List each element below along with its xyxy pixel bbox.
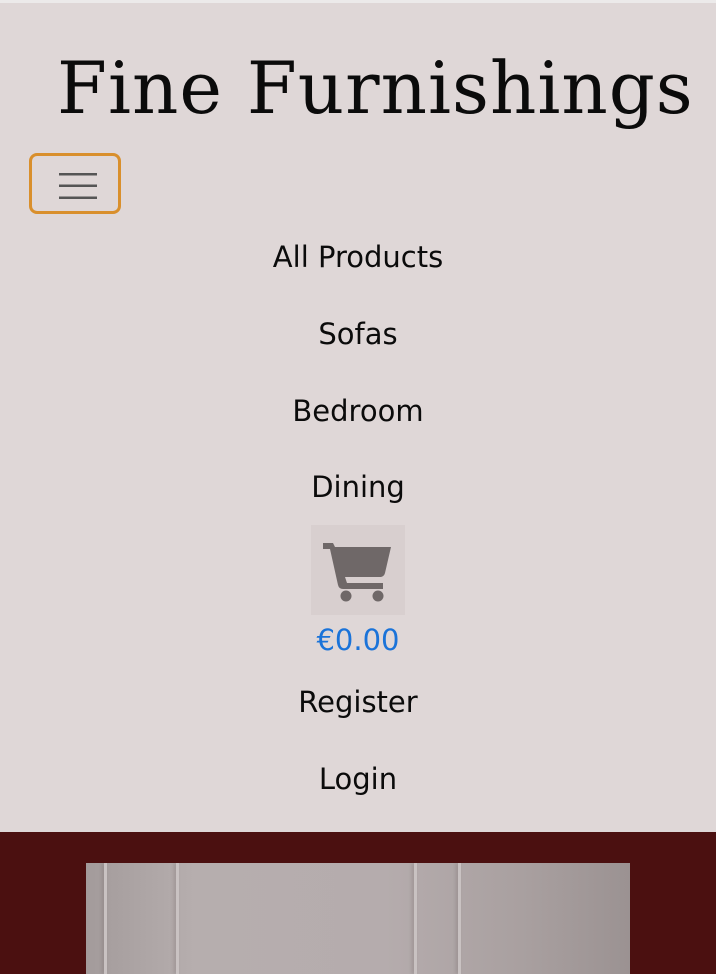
site-header: Fine Furnishings All Products Sofas Bedr…: [0, 3, 716, 832]
nav-item-register[interactable]: Register: [0, 682, 716, 722]
cart-link[interactable]: €0.00: [311, 525, 405, 662]
nav-item-label[interactable]: Register: [298, 685, 417, 719]
nav-item-label[interactable]: Dining: [311, 470, 405, 504]
cart-icon-container[interactable]: [311, 525, 405, 615]
cart-total[interactable]: €0.00: [291, 620, 425, 660]
brand-logo[interactable]: Fine Furnishings: [57, 47, 694, 129]
shopping-cart-icon[interactable]: [321, 537, 395, 603]
wall-panel-line: [458, 863, 461, 974]
wall-panel-line: [414, 863, 417, 974]
nav-item-label[interactable]: Login: [319, 762, 397, 796]
nav-item-label[interactable]: All Products: [273, 240, 443, 274]
menu-toggle-button[interactable]: [29, 153, 121, 214]
wall-panel-line: [176, 863, 179, 974]
wall-panel-line: [104, 863, 107, 974]
nav-item-login[interactable]: Login: [0, 759, 716, 799]
nav-item-all-products[interactable]: All Products: [0, 237, 716, 277]
hero-image: [86, 863, 630, 974]
hero-section: [0, 832, 716, 974]
nav-item-label[interactable]: Sofas: [318, 317, 397, 351]
nav-item-label[interactable]: Bedroom: [292, 394, 423, 428]
hamburger-icon: [59, 173, 97, 199]
nav-item-bedroom[interactable]: Bedroom: [0, 391, 716, 431]
nav-item-sofas[interactable]: Sofas: [0, 314, 716, 354]
nav-item-dining[interactable]: Dining: [0, 467, 716, 507]
